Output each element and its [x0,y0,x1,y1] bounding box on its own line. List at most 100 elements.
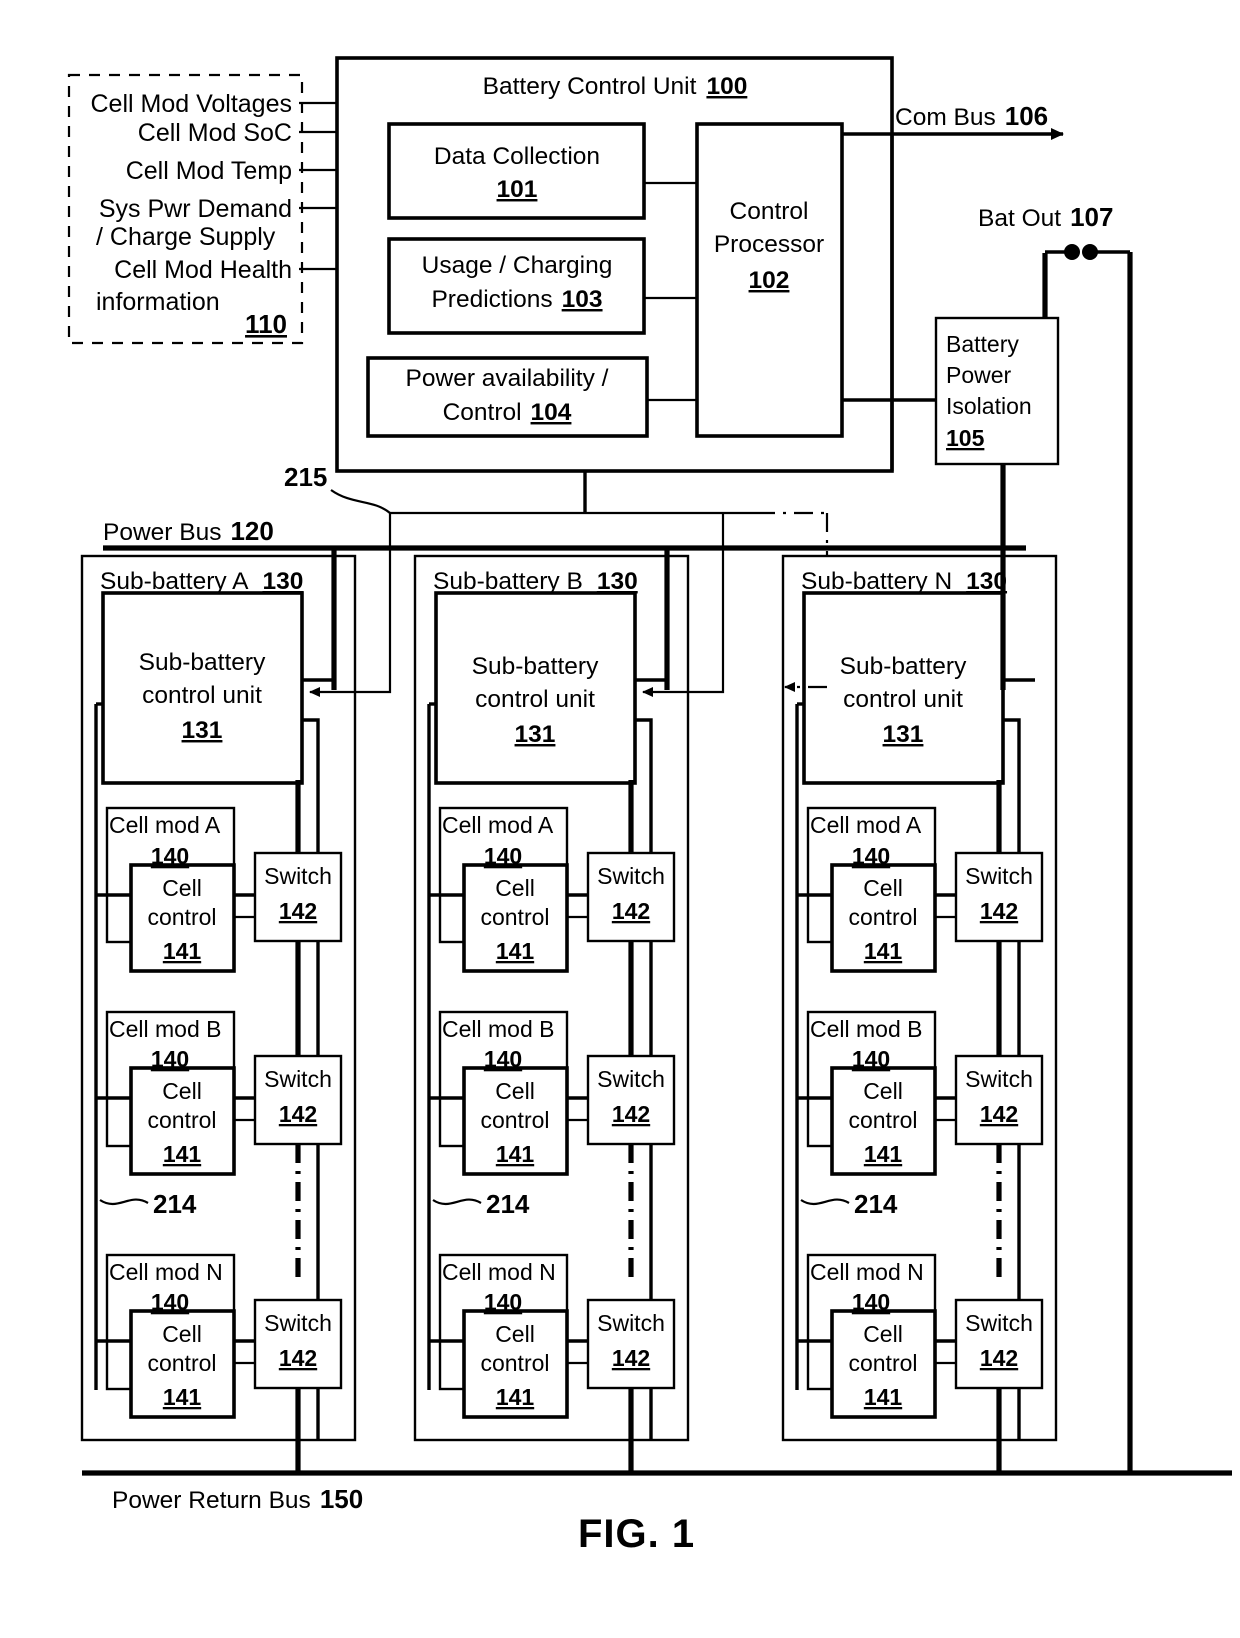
sub-a-cellmod-b-ref: 140 [151,1046,189,1072]
sub-b-switch-a-ref: 142 [612,898,650,924]
sub-a-cellmod-a-title: Cell mod A [109,812,221,838]
sub-n-cellctrl-n-line1: Cell [863,1321,903,1347]
sub-b-cellctrl-n-line1: Cell [495,1321,535,1347]
sub-n-switch-n-ref: 142 [980,1345,1018,1371]
sub-b-control-unit-line2: control unit [475,686,595,713]
sub-a-cellmod-b-title: Cell mod B [109,1016,221,1042]
sub-n-cellctrl-b-ref: 141 [864,1141,903,1167]
isolation-label-line2: Power [946,362,1012,388]
isolation-label-line3: Isolation [946,393,1032,419]
sub-n-control-unit-line1: Sub-battery [840,653,967,680]
power-bus-label: Power Bus 120 [103,516,274,546]
figure-label: FIG. 1 [578,1512,695,1556]
sub-n-ellipsis-ref: 214 [854,1189,898,1219]
sub-n-switch-a-ref: 142 [980,898,1018,924]
sub-a-cellctrl-a-line2: control [147,904,216,930]
sub-n-cellctrl-n-ref: 141 [864,1384,903,1410]
sub-b-cellctrl-b-ref: 141 [496,1141,535,1167]
power-availability-label-line1: Power availability / [406,365,609,392]
control-processor-label-line1: Control [730,198,809,225]
sub-battery-n-title: Sub-battery N 130 [801,568,1007,595]
input-label-cell-mod-temp: Cell Mod Temp [126,157,292,185]
sub-n-cellctrl-n-line2: control [848,1350,917,1376]
sub-n-cellctrl-a-ref: 141 [864,938,903,964]
sub-n-cellmod-a-title: Cell mod A [810,812,922,838]
sub-n-control-unit-line2: control unit [843,686,963,713]
sub-n-switch-b-label: Switch [965,1066,1033,1092]
predictions-label-line1: Usage / Charging [422,252,613,279]
sub-a-switch-b-label: Switch [264,1066,332,1092]
sub-b-cellmod-b-title: Cell mod B [442,1016,554,1042]
sub-b-cellctrl-a-line1: Cell [495,875,535,901]
bcu-title: Battery Control Unit 100 [483,73,748,100]
isolation-label-line1: Battery [946,331,1019,357]
sub-b-cellctrl-n-ref: 141 [496,1384,535,1410]
bat-out-label: Bat Out 107 [978,202,1113,232]
power-availability-label-line2: Control 104 [443,399,572,426]
sub-n-switch-n-label: Switch [965,1310,1033,1336]
sub-b-switch-b-ref: 142 [612,1101,650,1127]
sub-b-switch-b-label: Switch [597,1066,665,1092]
input-label-cell-mod-voltages: Cell Mod Voltages [90,90,292,118]
sub-n-switch-a-label: Switch [965,863,1033,889]
input-label-charge-supply: / Charge Supply [96,223,276,251]
input-label-cell-mod-health: Cell Mod Health [114,256,292,284]
sub-b-cellmod-n-ref: 140 [484,1289,522,1315]
sub-a-cellctrl-a-ref: 141 [163,938,202,964]
sub-a-cellmod-n-title: Cell mod N [109,1259,223,1285]
diagram-canvas: Cell Mod Voltages Cell Mod SoC Cell Mod … [67,56,1232,1556]
sub-battery-b-title: Sub-battery B 130 [433,568,638,595]
sub-b-cellmod-n-title: Cell mod N [442,1259,556,1285]
sub-b-switch-n-label: Switch [597,1310,665,1336]
sub-a-cellctrl-a-line1: Cell [162,875,202,901]
patent-figure: Cell Mod Voltages Cell Mod SoC Cell Mod … [0,0,1240,1638]
sub-a-cellmod-n-ref: 140 [151,1289,189,1315]
sub-b-cellctrl-a-line2: control [480,904,549,930]
sub-a-cellctrl-n-line1: Cell [162,1321,202,1347]
sub-n-cellctrl-b-line2: control [848,1107,917,1133]
bat-out-terminals [1042,244,1130,318]
sub-n-cellmod-a-ref: 140 [852,843,890,869]
sub-n-cellctrl-b-line1: Cell [863,1078,903,1104]
sub-a-cellctrl-b-line2: control [147,1107,216,1133]
power-return-bus-label: Power Return Bus 150 [112,1484,363,1514]
sub-a-ellipsis-ref: 214 [153,1189,197,1219]
sub-n-switch-b-ref: 142 [980,1101,1018,1127]
sub-a-cellctrl-n-ref: 141 [163,1384,202,1410]
sub-b-switch-n-ref: 142 [612,1345,650,1371]
sub-n-cellmod-b-title: Cell mod B [810,1016,922,1042]
sub-battery-a-title: Sub-battery A 130 [100,568,303,595]
sub-a-cellctrl-b-ref: 141 [163,1141,202,1167]
sub-a-cellctrl-n-line2: control [147,1350,216,1376]
input-label-information: information [96,288,220,316]
data-collection-label: Data Collection [434,143,600,170]
control-processor-label-line2: Processor [714,231,824,258]
sub-a-cellmod-a-ref: 140 [151,843,189,869]
sub-b-cellctrl-b-line2: control [480,1107,549,1133]
sub-a-switch-a-label: Switch [264,863,332,889]
sub-b-cellmod-b-ref: 140 [484,1046,522,1072]
sub-b-control-unit-ref: 131 [515,721,556,748]
input-label-cell-mod-soc: Cell Mod SoC [138,119,292,147]
sub-n-cellctrl-a-line1: Cell [863,875,903,901]
sub-b-switch-a-label: Switch [597,863,665,889]
input-label-sys-pwr-demand: Sys Pwr Demand [99,195,292,223]
inputs-ref: 110 [245,309,287,339]
sub-n-cellmod-n-ref: 140 [852,1289,890,1315]
sub-b-control-unit-line1: Sub-battery [472,653,599,680]
data-collection-ref: 101 [497,176,538,203]
sub-n-cellmod-n-title: Cell mod N [810,1259,924,1285]
sub-a-switch-n-label: Switch [264,1310,332,1336]
sub-b-cellctrl-a-ref: 141 [496,938,535,964]
sub-a-control-unit-ref: 131 [182,717,223,744]
sub-a-switch-n-ref: 142 [279,1345,317,1371]
com-bus-label: Com Bus 106 [895,101,1048,131]
isolation-ref: 105 [946,425,985,451]
control-processor-ref: 102 [749,267,790,294]
sub-b-cellmod-a-ref: 140 [484,843,522,869]
sub-a-control-unit-line1: Sub-battery [139,649,266,676]
sub-n-control-unit-ref: 131 [883,721,924,748]
sub-b-cellctrl-n-line2: control [480,1350,549,1376]
sub-b-cellmod-a-title: Cell mod A [442,812,554,838]
predictions-label-line2: Predictions 103 [431,286,602,313]
